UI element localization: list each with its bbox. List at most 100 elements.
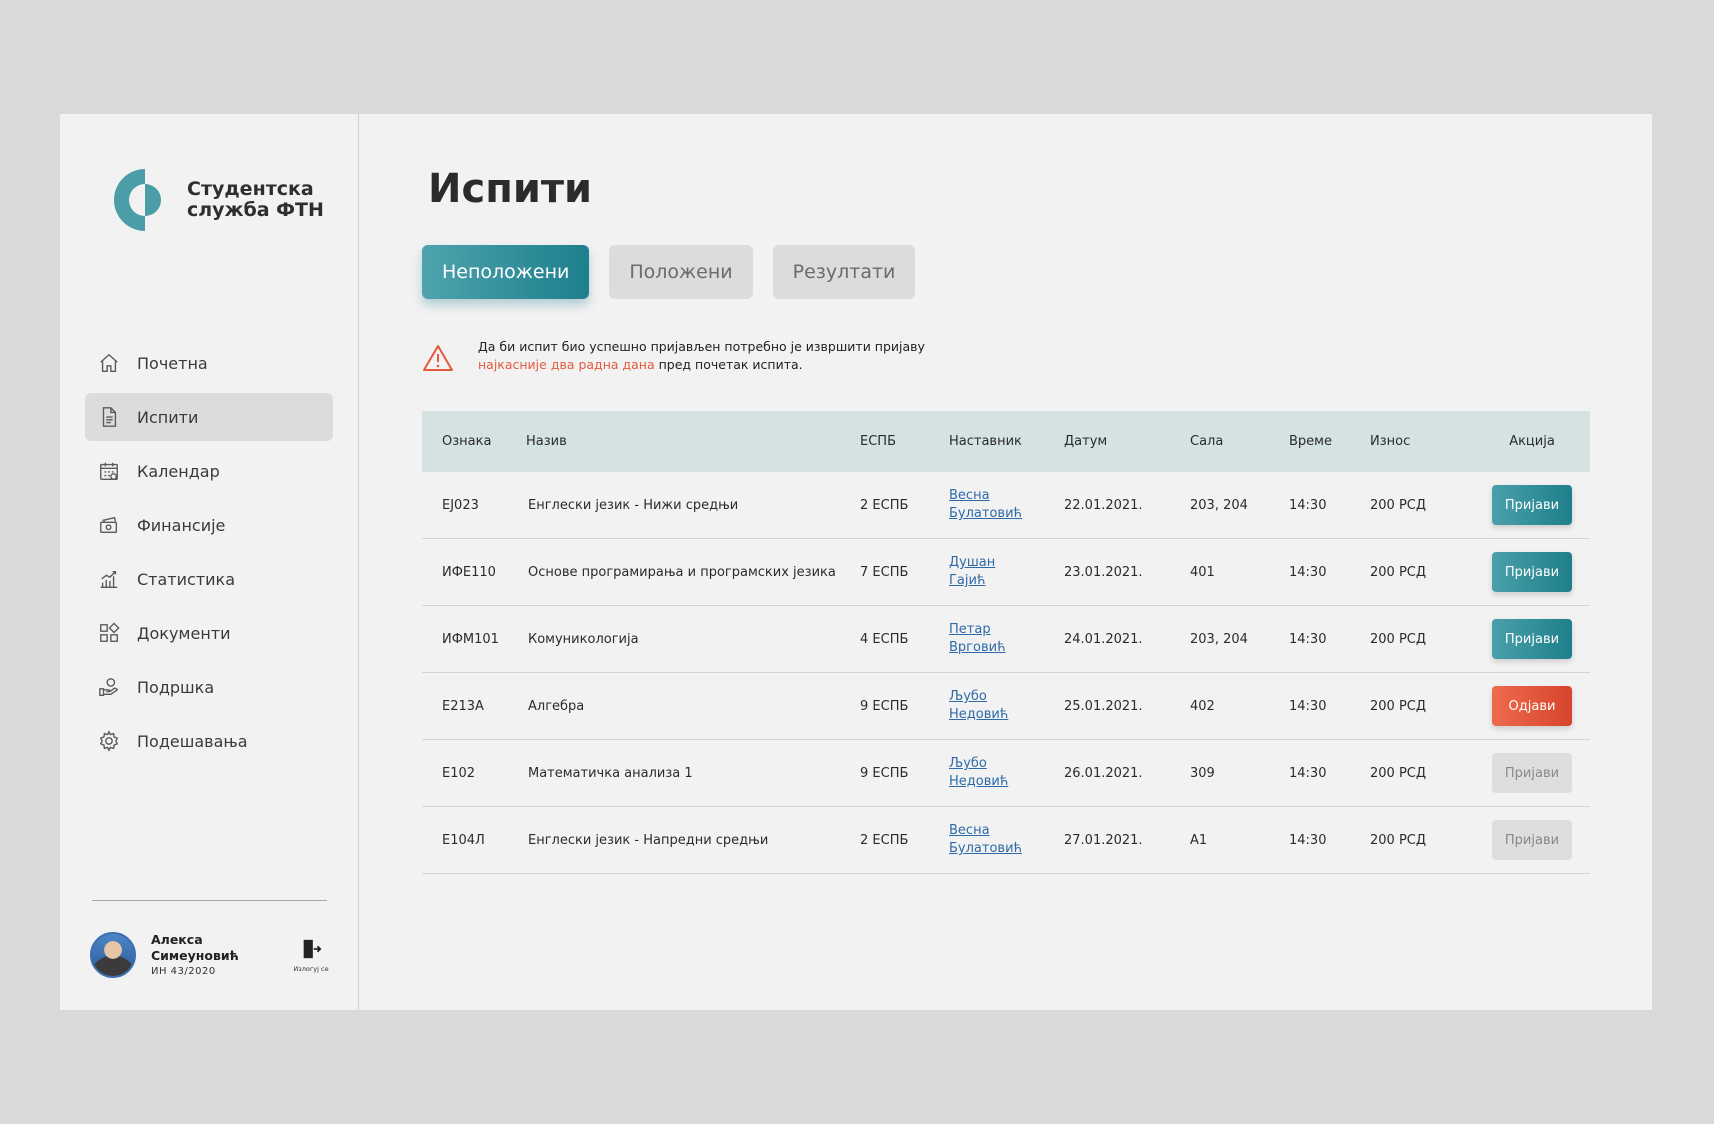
teacher-last-name: Недовић <box>949 707 1009 722</box>
calendar-icon <box>97 459 121 483</box>
brand-logo[interactable]: Студентска служба ФТН <box>112 167 324 233</box>
sidebar-item-home[interactable]: Почетна <box>85 339 333 387</box>
tab-not-passed[interactable]: Неположени <box>422 245 590 299</box>
exam-date: 24.01.2021. <box>1064 631 1143 647</box>
avatar[interactable] <box>90 932 136 978</box>
exam-espb: 7 ЕСПБ <box>860 564 909 580</box>
tab-results[interactable]: Резултати <box>772 245 916 299</box>
action-cell: Пријави <box>1474 753 1590 793</box>
logout-button[interactable]: Излогуј се <box>293 938 329 973</box>
sidebar-item-calendar[interactable]: Календар <box>85 447 333 495</box>
exam-time: 14:30 <box>1289 698 1327 714</box>
column-header-date: Датум <box>1064 434 1108 449</box>
exam-date: 23.01.2021. <box>1064 564 1143 580</box>
exam-name: Енглески језик - Напредни средњи <box>528 832 769 848</box>
column-header-espb: ЕСПБ <box>860 434 896 449</box>
exam-room: 401 <box>1190 564 1215 580</box>
notice-rest: пред почетак испита. <box>654 357 803 372</box>
notice-text: Да би испит био успешно пријављен потреб… <box>478 338 925 374</box>
user-name: Алекса Симеуновић <box>151 932 239 963</box>
register-button[interactable]: Пријави <box>1492 619 1572 659</box>
chart-icon <box>97 567 121 591</box>
exam-espb: 9 ЕСПБ <box>860 765 909 781</box>
notice-line-1: Да би испит био успешно пријављен потреб… <box>478 339 925 354</box>
registration-notice: Да би испит био успешно пријављен потреб… <box>422 338 925 374</box>
table-row: ИФМ101 Комуникологија 4 ЕСПБ Петар Вргови… <box>422 606 1590 673</box>
money-icon <box>97 513 121 537</box>
exam-espb: 2 ЕСПБ <box>860 832 909 848</box>
table-row: E102 Математичка анализа 1 9 ЕСПБ Љубо Не… <box>422 740 1590 807</box>
teacher-link[interactable]: Душан Гајић <box>949 554 1064 590</box>
exam-date: 27.01.2021. <box>1064 832 1143 848</box>
column-header-fee: Износ <box>1370 434 1411 449</box>
logout-label: Излогуј се <box>293 965 329 973</box>
table-row: E104Л Енглески језик - Напредни средњи 2… <box>422 807 1590 874</box>
sidebar-item-label: Документи <box>137 623 231 643</box>
teacher-last-name: Врговић <box>949 640 1006 655</box>
register-button[interactable]: Пријави <box>1492 552 1572 592</box>
column-header-code: Ознака <box>442 434 492 449</box>
grid-icon <box>97 621 121 645</box>
document-icon <box>97 405 121 429</box>
teacher-first-name: Петар <box>949 622 991 637</box>
sidebar-item-label: Календар <box>137 461 220 481</box>
exam-espb: 2 ЕСПБ <box>860 497 909 513</box>
exam-room: 203, 204 <box>1190 631 1248 647</box>
exam-name: Основе програмирања и програмских језика <box>528 564 836 580</box>
exam-fee: 200 РСД <box>1370 698 1427 714</box>
tab-passed[interactable]: Положени <box>609 245 753 299</box>
exam-time: 14:30 <box>1289 497 1327 513</box>
exam-time: 14:30 <box>1289 832 1327 848</box>
sidebar-item-settings[interactable]: Подешавања <box>85 717 333 765</box>
exam-code: EJ023 <box>442 497 479 513</box>
unregister-button[interactable]: Одјави <box>1492 686 1572 726</box>
home-icon <box>97 351 121 375</box>
exam-fee: 200 РСД <box>1370 497 1427 513</box>
sidebar-item-documents[interactable]: Документи <box>85 609 333 657</box>
exam-code: E102 <box>442 765 476 781</box>
exam-time: 14:30 <box>1289 564 1327 580</box>
exam-code: E104Л <box>442 832 485 848</box>
teacher-link[interactable]: Петар Врговић <box>949 621 1064 657</box>
user-id: ИН 43/2020 <box>151 966 216 977</box>
column-header-time: Време <box>1289 434 1332 449</box>
teacher-first-name: Љубо <box>949 689 987 704</box>
table-header: Ознака Назив ЕСПБ Наставник Датум Сала В… <box>422 411 1590 472</box>
teacher-first-name: Душан <box>949 555 996 570</box>
column-header-action: Акција <box>1509 434 1555 449</box>
exam-espb: 4 ЕСПБ <box>860 631 909 647</box>
support-icon <box>97 675 121 699</box>
sidebar-divider <box>92 900 327 901</box>
action-cell: Пријави <box>1474 485 1590 525</box>
exam-room: 203, 204 <box>1190 497 1248 513</box>
exam-code: E213A <box>442 698 484 714</box>
sidebar-item-statistics[interactable]: Статистика <box>85 555 333 603</box>
sidebar-item-label: Финансије <box>137 515 226 535</box>
table-row: EJ023 Енглески језик - Нижи средњи 2 ЕСП… <box>422 472 1590 539</box>
register-button[interactable]: Пријави <box>1492 485 1572 525</box>
sidebar-item-label: Испити <box>137 407 199 427</box>
teacher-link[interactable]: Весна Булатовић <box>949 487 1064 523</box>
app-window: Студентска служба ФТН Почетна Испити Кал… <box>60 114 1652 1010</box>
teacher-link[interactable]: Љубо Недовић <box>949 755 1064 791</box>
teacher-link[interactable]: Весна Булатовић <box>949 822 1064 858</box>
sidebar-item-support[interactable]: Подршка <box>85 663 333 711</box>
column-header-teacher: Наставник <box>949 434 1022 449</box>
sidebar-nav: Почетна Испити Календар Финансије Статис… <box>85 339 333 771</box>
brand-line-1: Студентска <box>187 178 314 200</box>
exam-name: Енглески језик - Нижи средњи <box>528 497 739 513</box>
exam-time: 14:30 <box>1289 765 1327 781</box>
exam-time: 14:30 <box>1289 631 1327 647</box>
exam-code: ИФМ101 <box>442 631 499 647</box>
sidebar-item-finances[interactable]: Финансије <box>85 501 333 549</box>
sidebar-item-label: Подешавања <box>137 731 248 751</box>
teacher-link[interactable]: Љубо Недовић <box>949 688 1064 724</box>
exam-room: A1 <box>1190 832 1208 848</box>
table-row: ИФЕ110 Основе програмирања и програмских… <box>422 539 1590 606</box>
logo-icon <box>114 169 168 231</box>
teacher-last-name: Недовић <box>949 774 1009 789</box>
exam-fee: 200 РСД <box>1370 564 1427 580</box>
sidebar-item-exams[interactable]: Испити <box>85 393 333 441</box>
notice-highlight: најкасније два радна дана <box>478 357 655 372</box>
register-button-disabled: Пријави <box>1492 753 1572 793</box>
